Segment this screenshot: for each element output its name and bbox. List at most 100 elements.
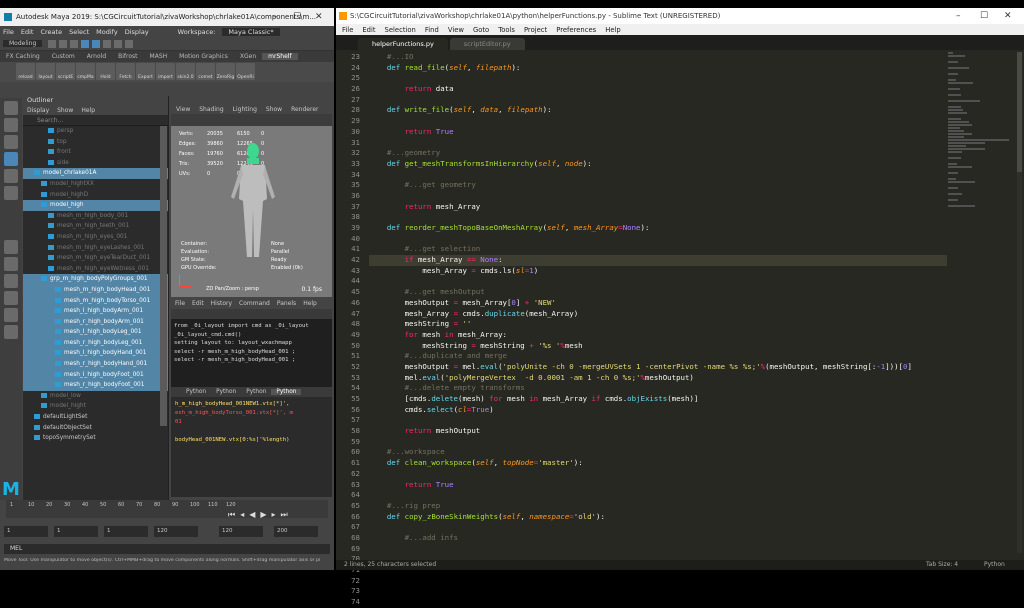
open-scene-icon[interactable]	[59, 39, 68, 48]
viewport-menu-lighting[interactable]: Lighting	[233, 106, 257, 113]
rotate-tool-icon[interactable]	[4, 169, 18, 183]
viewport-menu-show[interactable]: Show	[266, 106, 282, 113]
layout-single-icon[interactable]	[4, 240, 18, 254]
script-tab[interactable]: Python	[211, 389, 241, 395]
menu-goto[interactable]: Goto	[473, 26, 489, 34]
menu-edit[interactable]: Edit	[362, 26, 375, 34]
menu-view[interactable]: View	[448, 26, 464, 34]
play-icon[interactable]: ▶	[260, 510, 266, 520]
script-menu-command[interactable]: Command	[239, 300, 270, 307]
minimap[interactable]	[948, 52, 1018, 252]
outliner-item[interactable]: mesh_l_high_bodyLeg_001	[23, 327, 168, 338]
go-start-icon[interactable]: ⏮	[228, 510, 235, 520]
script-tab[interactable]: Python	[241, 389, 271, 395]
outliner-item[interactable]: mesh_r_high_bodyHand_001	[23, 359, 168, 370]
outliner-search-input[interactable]: Search...	[23, 115, 168, 126]
maximize-icon[interactable]: ☐	[980, 8, 988, 24]
outliner-item[interactable]: front	[23, 147, 168, 158]
outliner-item[interactable]: model_chrlake01A	[23, 168, 168, 179]
shelf-button[interactable]: layout	[36, 63, 55, 80]
mel-label[interactable]: MEL	[4, 545, 22, 552]
shelf-button[interactable]: Hold	[96, 63, 115, 80]
layout-outliner-icon[interactable]	[4, 291, 18, 305]
outliner-scrollbar[interactable]	[160, 126, 167, 426]
outliner-item[interactable]: mesh_m_high_bodyHead_001	[23, 284, 168, 296]
outliner-item[interactable]: mesh_m_high_eyeLashes_001	[23, 243, 168, 254]
code-editor[interactable]: #...IO def read_file(self, filepath): re…	[369, 52, 947, 553]
outliner-item[interactable]: mesh_m_high_eyeWetness_001	[23, 264, 168, 275]
menu-find[interactable]: Find	[425, 26, 439, 34]
layout-graph-icon[interactable]	[4, 325, 18, 339]
range-field[interactable]: 1	[104, 526, 148, 537]
range-field[interactable]: 120	[154, 526, 198, 537]
viewport-menu-shading[interactable]: Shading	[199, 106, 223, 113]
shelf-button[interactable]: comet	[196, 63, 215, 80]
outliner-item[interactable]: grp_m_high_bodyPolyGroups_001	[23, 274, 168, 285]
range-field[interactable]: 120	[219, 526, 263, 537]
shelf-button[interactable]: Fetch	[116, 63, 135, 80]
layout-four-icon[interactable]	[4, 257, 18, 271]
outliner-item[interactable]: defaultLightSet	[23, 412, 168, 423]
close-icon[interactable]: ✕	[315, 8, 323, 26]
outliner-item[interactable]: model_high	[23, 200, 168, 211]
script-menu-edit[interactable]: Edit	[192, 300, 204, 307]
menu-project[interactable]: Project	[524, 26, 547, 34]
outliner-item[interactable]: mesh_r_high_bodyArm_001	[23, 316, 168, 328]
workspace-select[interactable]: Maya Classic*	[222, 27, 280, 36]
editor-scrollbar[interactable]	[1017, 52, 1022, 553]
step-back-icon[interactable]: ◂	[240, 510, 244, 520]
shelf-tab[interactable]: Bifrost	[112, 53, 143, 60]
outliner-item[interactable]: mesh_l_high_bodyFoot_001	[23, 369, 168, 381]
script-menu-history[interactable]: History	[211, 300, 232, 307]
outliner-menu-display[interactable]: Display	[27, 107, 49, 114]
viewport-menu-renderer[interactable]: Renderer	[291, 106, 318, 113]
shelf-button[interactable]: reload	[16, 63, 35, 80]
outliner-item[interactable]: mesh_r_high_bodyFoot_001	[23, 380, 168, 391]
menu-modify[interactable]: Modify	[96, 28, 118, 36]
minimize-icon[interactable]: –	[956, 8, 961, 24]
menu-file[interactable]: File	[342, 26, 353, 34]
script-menu-panels[interactable]: Panels	[277, 300, 296, 307]
menu-tools[interactable]: Tools	[498, 26, 515, 34]
shelf-button[interactable]: skin2.0	[176, 63, 195, 80]
menu-select[interactable]: Select	[69, 28, 89, 36]
new-scene-icon[interactable]	[48, 39, 57, 48]
outliner-item[interactable]: persp	[23, 126, 168, 137]
menu-file[interactable]: File	[3, 28, 14, 36]
range-field[interactable]: 1	[4, 526, 48, 537]
outliner-menu-show[interactable]: Show	[57, 107, 73, 114]
status-tab-size[interactable]: Tab Size: 4	[926, 560, 958, 570]
snap-curve-icon[interactable]	[114, 39, 123, 48]
layout-persp-icon[interactable]	[4, 308, 18, 322]
shelf-tab[interactable]: Custom	[46, 53, 81, 60]
lasso-tool-icon[interactable]	[4, 118, 18, 132]
move-tool-icon[interactable]	[4, 152, 18, 166]
select-hierarchy-icon[interactable]	[81, 39, 90, 48]
script-tab[interactable]: Python	[181, 389, 211, 395]
outliner-item[interactable]: mesh_m_high_teeth_001	[23, 221, 168, 232]
shelf-button[interactable]: ZeroRig	[216, 63, 235, 80]
outliner-item[interactable]: mesh_m_high_eyeTearDuct_001	[23, 253, 168, 264]
close-icon[interactable]: ✕	[1004, 8, 1012, 24]
outliner-item[interactable]: model_low	[23, 391, 168, 402]
maximize-icon[interactable]: ☐	[293, 8, 301, 26]
script-input-field[interactable]: h_m_high_bodyHead_001NEW1.vtx[*]', esh_m_…	[171, 397, 332, 497]
menu-selection[interactable]: Selection	[385, 26, 416, 34]
shelf-button[interactable]: OpenRi	[236, 63, 255, 80]
shelf-button[interactable]: cmpMa	[76, 63, 95, 80]
outliner-item[interactable]: model_hight	[23, 401, 168, 412]
script-menu-help[interactable]: Help	[303, 300, 317, 307]
shelf-tab[interactable]: FX Caching	[0, 53, 46, 60]
scale-tool-icon[interactable]	[4, 186, 18, 200]
outliner-item[interactable]: top	[23, 137, 168, 148]
outliner-item[interactable]: mesh_m_high_body_001	[23, 211, 168, 222]
step-forward-icon[interactable]: ▸	[272, 510, 276, 520]
shelf-button[interactable]: Export	[136, 63, 155, 80]
menu-display[interactable]: Display	[125, 28, 149, 36]
shelf-tab-active[interactable]: mrShelf	[262, 53, 298, 60]
mode-select[interactable]: Modeling	[3, 40, 43, 47]
menu-preferences[interactable]: Preferences	[556, 26, 596, 34]
script-tab-active[interactable]: Python	[271, 389, 302, 395]
minimize-icon[interactable]: –	[273, 8, 278, 26]
viewport-menu-view[interactable]: View	[176, 106, 190, 113]
